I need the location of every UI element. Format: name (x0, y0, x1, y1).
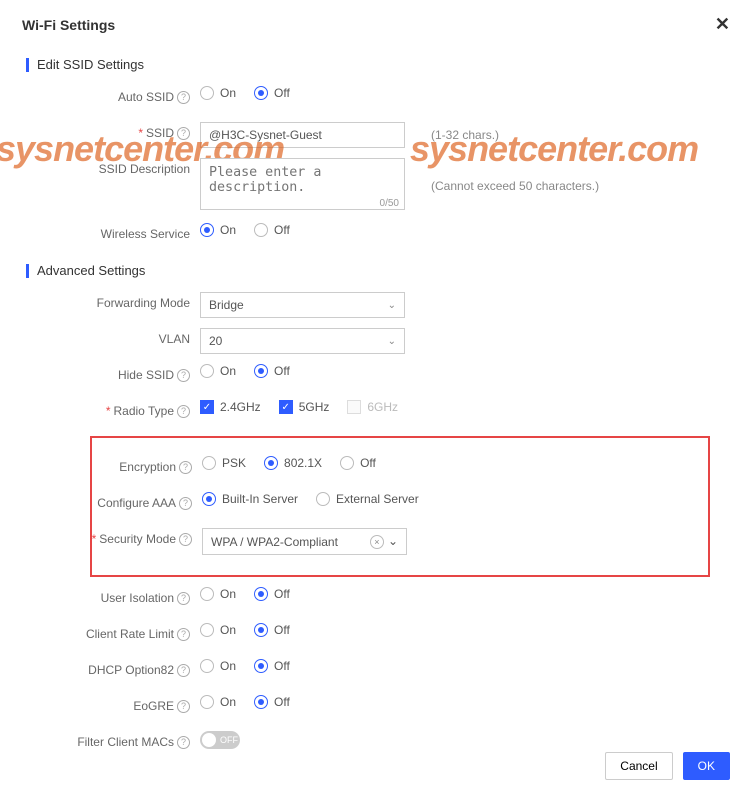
radio-type-label: Radio Type (114, 404, 175, 418)
ssid-desc-label: SSID Description (99, 162, 190, 176)
auto-ssid-on[interactable]: On (200, 86, 236, 100)
eogre-on[interactable]: On (200, 695, 236, 709)
desc-hint: (Cannot exceed 50 characters.) (431, 179, 599, 193)
user-iso-off[interactable]: Off (254, 587, 290, 601)
configure-aaa-label: Configure AAA (97, 496, 176, 510)
dhcp82-off[interactable]: Off (254, 659, 290, 673)
hide-ssid-label: Hide SSID (118, 368, 174, 382)
section-advanced: Advanced Settings (26, 263, 750, 278)
help-icon[interactable]: ? (177, 405, 190, 418)
wireless-off[interactable]: Off (254, 223, 290, 237)
ssid-description-input[interactable] (200, 158, 405, 210)
auto-ssid-off[interactable]: Off (254, 86, 290, 100)
radio-5ghz-checkbox[interactable]: ✓5GHz (279, 400, 330, 414)
encryption-8021x[interactable]: 802.1X (264, 456, 322, 470)
help-icon[interactable]: ? (177, 736, 190, 749)
clear-icon[interactable]: × (370, 535, 384, 549)
user-isolation-label: User Isolation (101, 591, 174, 605)
page-title: Wi-Fi Settings (22, 17, 115, 33)
security-mode-select[interactable]: WPA / WPA2-Compliant ×⌄ (202, 528, 407, 555)
desc-counter: 0/50 (380, 198, 399, 209)
help-icon[interactable]: ? (177, 127, 190, 140)
hide-ssid-off[interactable]: Off (254, 364, 290, 378)
encryption-label: Encryption (119, 460, 176, 474)
dhcp82-label: DHCP Option82 (88, 663, 174, 677)
ssid-hint: (1-32 chars.) (431, 128, 499, 142)
help-icon[interactable]: ? (177, 91, 190, 104)
dhcp82-on[interactable]: On (200, 659, 236, 673)
chevron-down-icon: ⌄ (388, 336, 396, 347)
cancel-button[interactable]: Cancel (605, 752, 672, 780)
help-icon[interactable]: ? (179, 461, 192, 474)
hide-ssid-on[interactable]: On (200, 364, 236, 378)
eogre-label: EoGRE (133, 699, 174, 713)
rate-limit-on[interactable]: On (200, 623, 236, 637)
fwd-mode-label: Forwarding Mode (97, 296, 190, 310)
help-icon[interactable]: ? (177, 700, 190, 713)
chevron-down-icon: ⌄ (388, 534, 398, 548)
eogre-off[interactable]: Off (254, 695, 290, 709)
aaa-external[interactable]: External Server (316, 492, 419, 506)
rate-limit-label: Client Rate Limit (86, 627, 174, 641)
close-icon[interactable]: ✕ (715, 14, 730, 35)
radio-6ghz-checkbox: 6GHz (347, 400, 398, 414)
wireless-label: Wireless Service (101, 227, 190, 241)
radio-24ghz-checkbox[interactable]: ✓2.4GHz (200, 400, 261, 414)
user-iso-on[interactable]: On (200, 587, 236, 601)
auto-ssid-label: Auto SSID (118, 90, 174, 104)
wireless-on[interactable]: On (200, 223, 236, 237)
ssid-label: SSID (146, 126, 174, 140)
security-mode-label: Security Mode (99, 532, 176, 546)
vlan-label: VLAN (159, 332, 190, 346)
help-icon[interactable]: ? (179, 497, 192, 510)
help-icon[interactable]: ? (177, 369, 190, 382)
help-icon[interactable]: ? (177, 664, 190, 677)
ok-button[interactable]: OK (683, 752, 730, 780)
help-icon[interactable]: ? (179, 533, 192, 546)
filter-mac-label: Filter Client MACs (77, 735, 174, 749)
ssid-input[interactable] (200, 122, 405, 148)
aaa-builtin[interactable]: Built-In Server (202, 492, 298, 506)
help-icon[interactable]: ? (177, 592, 190, 605)
encryption-off[interactable]: Off (340, 456, 376, 470)
section-edit-ssid: Edit SSID Settings (26, 57, 750, 72)
rate-limit-off[interactable]: Off (254, 623, 290, 637)
filter-mac-toggle[interactable]: OFF (200, 731, 240, 749)
chevron-down-icon: ⌄ (388, 300, 396, 311)
vlan-select[interactable]: 20⌄ (200, 328, 405, 354)
forwarding-mode-select[interactable]: Bridge⌄ (200, 292, 405, 318)
encryption-psk[interactable]: PSK (202, 456, 246, 470)
security-highlight-box: Encryption? PSK 802.1X Off Configure AAA… (90, 436, 710, 577)
help-icon[interactable]: ? (177, 628, 190, 641)
